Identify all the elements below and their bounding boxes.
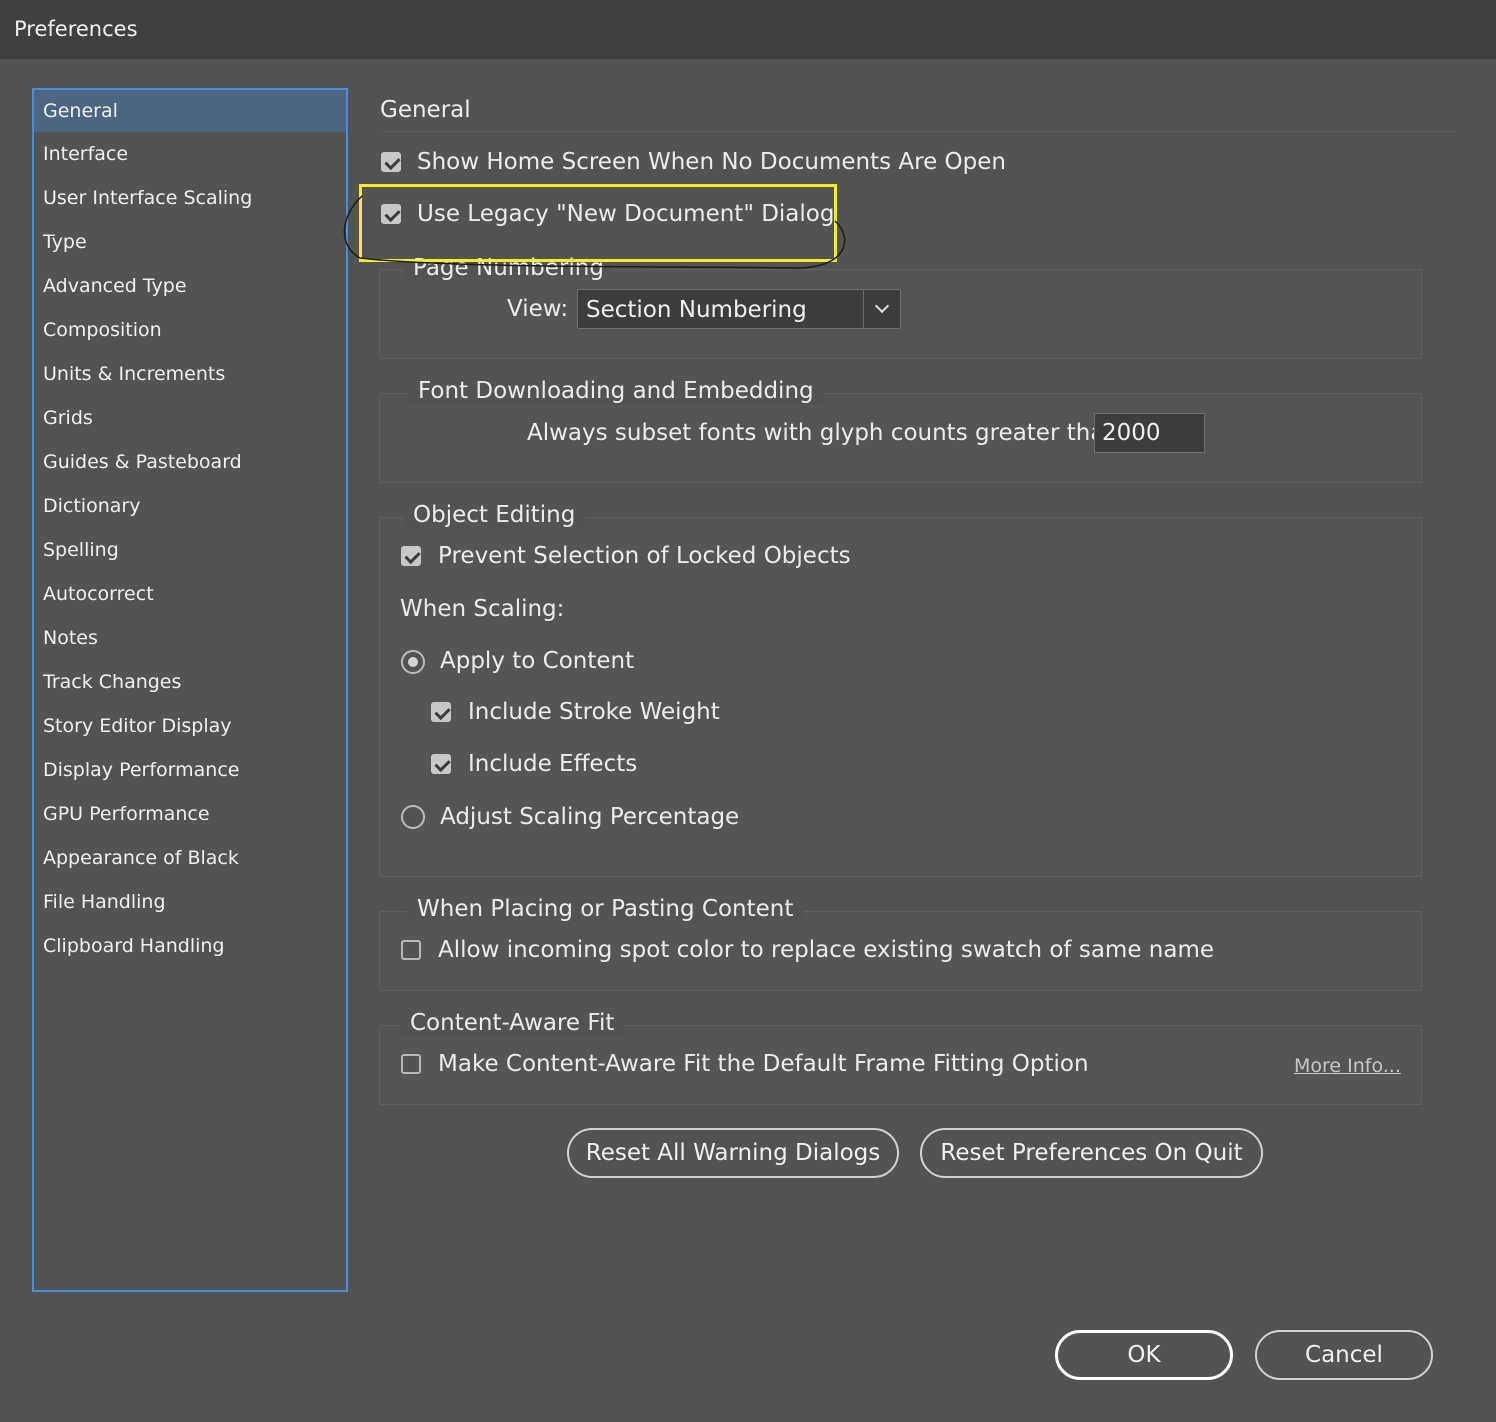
view-dropdown-value: Section Numbering [586,297,807,323]
sidebar-item-autocorrect[interactable]: Autocorrect [34,572,346,616]
include-stroke-weight-label[interactable]: Include Stroke Weight [468,699,720,725]
ok-button[interactable]: OK [1055,1330,1233,1380]
prevent-selection-checkbox[interactable] [401,546,421,566]
sidebar-item-general[interactable]: General [34,90,346,132]
adjust-scaling-label[interactable]: Adjust Scaling Percentage [440,804,739,830]
glyph-count-input[interactable] [1095,414,1204,452]
sidebar-item-grids[interactable]: Grids [34,396,346,440]
allow-spot-color-label[interactable]: Allow incoming spot color to replace exi… [438,937,1214,963]
sidebar-item-type[interactable]: Type [34,220,346,264]
show-home-screen-label[interactable]: Show Home Screen When No Documents Are O… [417,149,1006,175]
object-editing-legend: Object Editing [403,502,586,528]
chevron-down-icon [874,298,890,314]
when-scaling-label: When Scaling: [400,596,565,622]
font-downloading-legend: Font Downloading and Embedding [408,378,824,404]
content-aware-default-checkbox[interactable] [401,1054,421,1074]
sidebar-item-display-performance[interactable]: Display Performance [34,748,346,792]
reset-warning-dialogs-button[interactable]: Reset All Warning Dialogs [567,1128,899,1178]
subset-fonts-label: Always subset fonts with glyph counts gr… [527,420,1127,446]
sidebar-item-dictionary[interactable]: Dictionary [34,484,346,528]
view-dropdown[interactable]: Section Numbering [577,289,901,329]
sidebar-item-track-changes[interactable]: Track Changes [34,660,346,704]
sidebar-item-units-increments[interactable]: Units & Increments [34,352,346,396]
sidebar-item-interface[interactable]: Interface [34,132,346,176]
reset-preferences-button[interactable]: Reset Preferences On Quit [920,1128,1263,1178]
view-label: View: [507,296,569,322]
sidebar-item-clipboard-handling[interactable]: Clipboard Handling [34,924,346,968]
include-effects-checkbox[interactable] [431,754,451,774]
show-home-screen-checkbox[interactable] [381,152,401,172]
sidebar-item-notes[interactable]: Notes [34,616,346,660]
annotation-scribble-path [343,195,846,269]
title-bar: Preferences [0,0,1496,59]
sidebar-item-file-handling[interactable]: File Handling [34,880,346,924]
sidebar-item-composition[interactable]: Composition [34,308,346,352]
adjust-scaling-radio[interactable] [401,805,425,829]
preferences-category-list[interactable]: General Interface User Interface Scaling… [32,88,348,1292]
include-effects-label[interactable]: Include Effects [468,751,637,777]
glyph-count-field[interactable] [1094,413,1205,453]
cancel-button[interactable]: Cancel [1255,1330,1433,1380]
sidebar-item-advanced-type[interactable]: Advanced Type [34,264,346,308]
allow-spot-color-checkbox[interactable] [401,940,421,960]
include-stroke-weight-checkbox[interactable] [431,702,451,722]
content-aware-default-label[interactable]: Make Content-Aware Fit the Default Frame… [438,1051,1089,1077]
content-aware-legend: Content-Aware Fit [400,1010,625,1036]
title-divider [380,131,1456,132]
apply-to-content-radio[interactable] [401,650,425,674]
more-info-link[interactable]: More Info... [1294,1055,1401,1077]
sidebar-item-user-interface-scaling[interactable]: User Interface Scaling [34,176,346,220]
dropdown-toggle[interactable] [863,290,900,328]
annotation-scribble [343,195,846,269]
sidebar-item-appearance-of-black[interactable]: Appearance of Black [34,836,346,880]
placing-legend: When Placing or Pasting Content [407,896,804,922]
apply-to-content-label[interactable]: Apply to Content [440,648,634,674]
prevent-selection-label[interactable]: Prevent Selection of Locked Objects [438,543,851,569]
sidebar-item-story-editor-display[interactable]: Story Editor Display [34,704,346,748]
section-title: General [380,97,471,123]
window-title: Preferences [14,17,138,41]
sidebar-item-spelling[interactable]: Spelling [34,528,346,572]
sidebar-item-gpu-performance[interactable]: GPU Performance [34,792,346,836]
sidebar-item-guides-pasteboard[interactable]: Guides & Pasteboard [34,440,346,484]
